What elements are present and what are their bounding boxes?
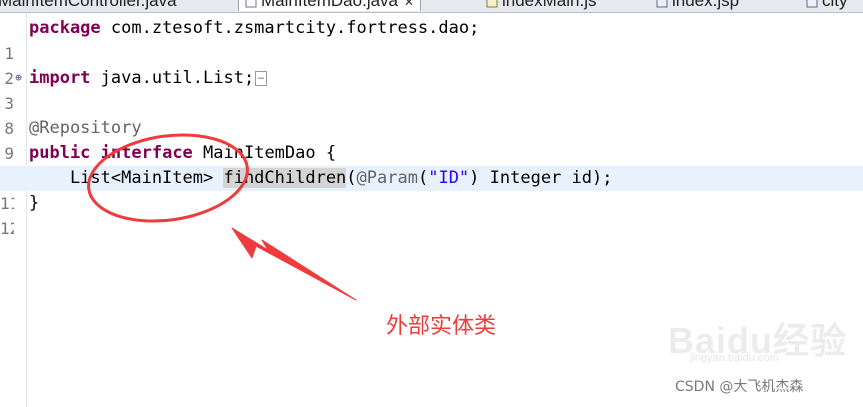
tab-label: MainItemDao.java: [261, 0, 399, 10]
js-file-icon: [486, 0, 498, 8]
code-line[interactable]: 3 ⊕ import java.util.List;…: [0, 66, 863, 113]
watermark-url: jingyan.baidu.com: [690, 352, 779, 364]
fold-expand-icon[interactable]: ⊕: [13, 72, 24, 83]
line-number: 12: [0, 219, 14, 238]
tab-label: indexMain.js: [502, 0, 597, 10]
tab-mainitemdao[interactable]: MainItemDao.java ✕: [238, 0, 422, 11]
jsp-file-icon: [656, 0, 668, 8]
code-line[interactable]: 2: [0, 41, 863, 88]
editor-tab-bar: MainItemController.java MainItemDao.java…: [0, 0, 863, 13]
code-line[interactable]: 1 package com.ztesoft.zsmartcity.fortres…: [0, 16, 863, 63]
tab-index-jsp[interactable]: index.jsp: [650, 0, 745, 11]
code-token: MainItemDao {: [192, 143, 337, 163]
java-interface-file-icon: [245, 0, 257, 8]
code-line-current[interactable]: 11 List<MainItem> findChildren(@Param("I…: [0, 166, 863, 213]
code-token: (: [417, 168, 429, 188]
tab-label: city: [822, 0, 848, 10]
tab-indexmain[interactable]: indexMain.js: [480, 0, 603, 11]
tab-mainitemcontroller[interactable]: MainItemController.java: [0, 0, 183, 11]
annotation-token: @Repository: [29, 118, 142, 138]
method-name-token: findChildren: [223, 168, 347, 188]
code-line[interactable]: 9 @Repository: [0, 116, 863, 163]
code-line[interactable]: 8: [0, 91, 863, 138]
string-token: "ID": [428, 168, 470, 188]
close-icon[interactable]: ✕: [404, 0, 414, 9]
tab-label: index.jsp: [672, 0, 740, 10]
code-text: @Repository: [29, 116, 142, 141]
code-token: }: [29, 193, 40, 213]
code-text: import java.util.List;…: [29, 66, 268, 91]
annotation-token: @Param: [356, 168, 418, 188]
tab-city[interactable]: city: [800, 0, 854, 11]
code-text: public interface MainItemDao {: [29, 141, 336, 166]
credit-text: CSDN @大飞机杰森: [675, 379, 804, 395]
keyword-token: interface: [100, 143, 193, 163]
code-token: List<MainItem>: [29, 168, 224, 188]
code-line[interactable]: 12 }: [0, 191, 863, 238]
code-token: ) Integer id);: [469, 168, 613, 188]
tab-label: MainItemController.java: [0, 0, 177, 10]
code-token: com.ztesoft.zsmartcity.fortress.dao;: [100, 18, 480, 38]
collapsed-code-marker[interactable]: …: [255, 70, 268, 86]
code-text: List<MainItem> findChildren(@Param("ID")…: [29, 166, 612, 191]
code-token: java.util.List;: [90, 68, 255, 88]
code-text: }: [29, 191, 39, 216]
code-text: package com.ztesoft.zsmartcity.fortress.…: [29, 16, 479, 41]
code-line[interactable]: 10 public interface MainItemDao {: [0, 141, 863, 188]
code-token: (: [346, 168, 357, 188]
keyword-token: public: [29, 143, 91, 163]
keyword-token: import: [29, 68, 91, 88]
file-icon: [806, 0, 818, 8]
annotation-label: 外部实体类: [386, 314, 497, 339]
keyword-token: package: [29, 18, 101, 38]
